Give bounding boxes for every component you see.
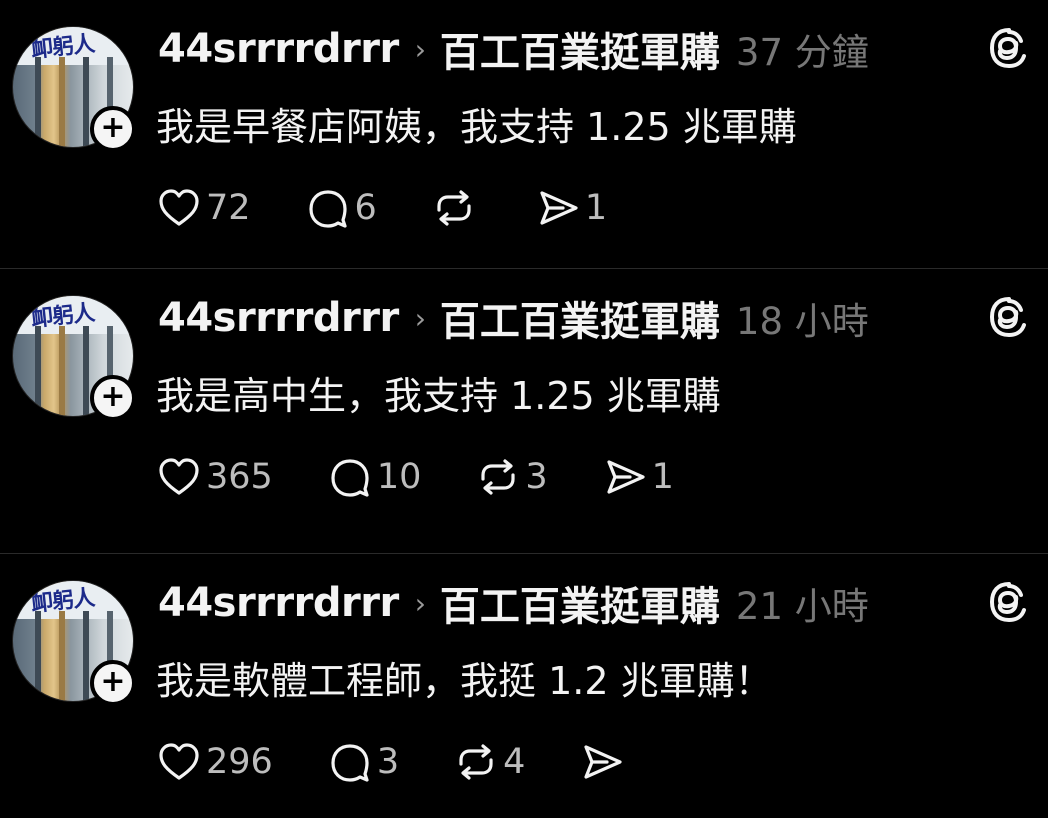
like-count: 72 xyxy=(206,188,251,228)
avatar-sign-text: 卹躬人 xyxy=(30,585,96,618)
comment-icon xyxy=(331,459,369,497)
avatar-building xyxy=(83,57,89,147)
share-button[interactable]: 1 xyxy=(537,188,607,228)
follow-button[interactable]: + xyxy=(90,660,136,706)
avatar-building xyxy=(59,326,65,416)
plus-icon: + xyxy=(100,664,126,699)
repost-button[interactable] xyxy=(433,188,481,228)
post-header: 44srrrrdrrr › 百工百業挺軍購 37 分鐘 xyxy=(158,22,869,76)
heart-icon xyxy=(159,458,199,495)
chevron-right-icon: › xyxy=(414,586,426,620)
post[interactable]: 卹躬人 + 44srrrrdrrr › 百工百業挺軍購 37 分鐘 我是早餐店阿… xyxy=(0,0,1048,268)
post-header: 44srrrrdrrr › 百工百業挺軍購 18 小時 xyxy=(158,291,869,345)
avatar-building xyxy=(83,326,89,416)
threads-icon[interactable] xyxy=(987,26,1031,70)
follow-button[interactable]: + xyxy=(90,375,136,421)
share-count: 1 xyxy=(651,457,674,497)
avatar-container[interactable]: 卹躬人 + xyxy=(12,295,136,421)
repost-count: 4 xyxy=(503,742,526,782)
share-button[interactable] xyxy=(581,742,629,782)
threads-icon[interactable] xyxy=(987,580,1031,624)
avatar-building xyxy=(59,57,65,147)
avatar-sign-text: 卹躬人 xyxy=(30,300,96,333)
community-name[interactable]: 百工百業挺軍購 xyxy=(440,574,720,632)
share-count: 1 xyxy=(584,188,608,228)
like-button[interactable]: 365 xyxy=(158,457,273,497)
repost-icon xyxy=(481,459,515,495)
post[interactable]: 卹躬人 + 44srrrrdrrr › 百工百業挺軍購 18 小時 我是高中生，… xyxy=(0,269,1048,553)
avatar-container[interactable]: 卹躬人 + xyxy=(12,580,136,706)
like-count: 365 xyxy=(206,457,273,497)
post-text: 我是高中生，我支持 1.25 兆軍購 xyxy=(156,374,721,418)
username[interactable]: 44srrrrdrrr xyxy=(158,295,399,341)
like-button[interactable]: 296 xyxy=(158,742,273,782)
heart-icon xyxy=(159,189,199,226)
comment-icon xyxy=(331,744,369,782)
timestamp: 18 小時 xyxy=(735,300,869,343)
post-text: 我是早餐店阿姨，我支持 1.25 兆軍購 xyxy=(156,105,797,149)
threads-feed: 卹躬人 + 44srrrrdrrr › 百工百業挺軍購 37 分鐘 我是早餐店阿… xyxy=(0,0,1048,818)
share-icon xyxy=(607,460,645,494)
chevron-right-icon: › xyxy=(414,32,426,66)
avatar-building xyxy=(35,611,41,701)
reply-button[interactable]: 6 xyxy=(307,188,377,228)
repost-button[interactable]: 4 xyxy=(455,742,525,782)
repost-icon xyxy=(459,744,493,780)
reply-button[interactable]: 10 xyxy=(329,457,422,497)
avatar-building xyxy=(35,326,41,416)
avatar-sign-text: 卹躬人 xyxy=(30,31,96,64)
community-name[interactable]: 百工百業挺軍購 xyxy=(440,289,720,347)
like-count: 296 xyxy=(206,742,273,782)
timestamp: 37 分鐘 xyxy=(735,31,869,74)
plus-icon: + xyxy=(100,379,126,414)
reply-count: 10 xyxy=(376,457,422,497)
avatar-building xyxy=(59,611,65,701)
reply-button[interactable]: 3 xyxy=(329,742,399,782)
community-name[interactable]: 百工百業挺軍購 xyxy=(440,20,720,78)
avatar-building xyxy=(83,611,89,701)
plus-icon: + xyxy=(100,110,126,145)
post-text: 我是軟體工程師，我挺 1.2 兆軍購！ xyxy=(156,659,773,703)
repost-icon xyxy=(437,190,471,226)
action-bar: 72 6 1 xyxy=(158,182,663,234)
threads-icon[interactable] xyxy=(987,295,1031,339)
reply-count: 3 xyxy=(376,742,400,782)
chevron-right-icon: › xyxy=(414,301,426,335)
action-bar: 296 3 4 xyxy=(158,736,685,788)
action-bar: 365 10 3 1 xyxy=(158,451,730,503)
timestamp: 21 小時 xyxy=(735,585,869,628)
follow-button[interactable]: + xyxy=(90,106,136,152)
share-icon xyxy=(540,191,578,225)
heart-icon xyxy=(159,743,199,780)
reply-count: 6 xyxy=(354,188,377,228)
repost-count: 3 xyxy=(525,457,548,497)
share-button[interactable]: 1 xyxy=(604,457,674,497)
post[interactable]: 卹躬人 + 44srrrrdrrr › 百工百業挺軍購 21 小時 我是軟體工程… xyxy=(0,554,1048,818)
share-icon xyxy=(584,745,622,779)
repost-button[interactable]: 3 xyxy=(477,457,548,497)
username[interactable]: 44srrrrdrrr xyxy=(158,26,399,72)
like-button[interactable]: 72 xyxy=(158,188,251,228)
comment-icon xyxy=(308,190,347,228)
avatar-container[interactable]: 卹躬人 + xyxy=(12,26,136,152)
post-header: 44srrrrdrrr › 百工百業挺軍購 21 小時 xyxy=(158,576,869,630)
avatar-building xyxy=(35,57,41,147)
username[interactable]: 44srrrrdrrr xyxy=(158,580,399,626)
